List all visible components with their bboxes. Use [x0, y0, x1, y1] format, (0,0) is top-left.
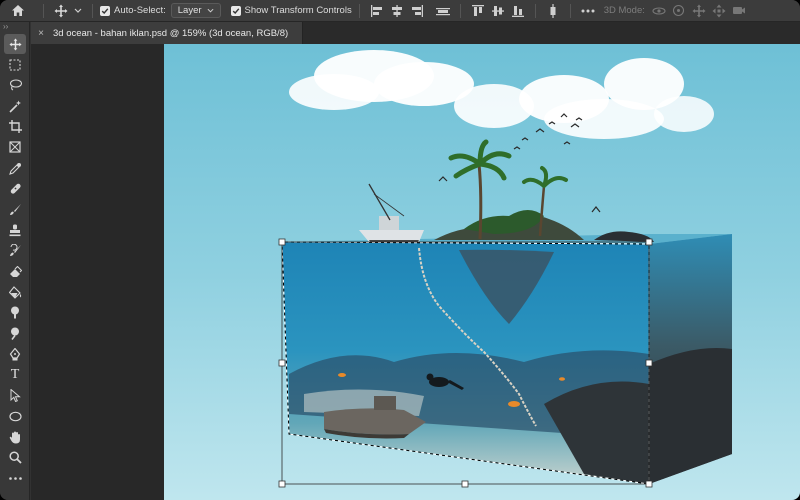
eraser-tool[interactable] — [4, 262, 26, 282]
hand-tool[interactable] — [4, 427, 26, 447]
separator — [92, 3, 93, 18]
frame-icon — [9, 141, 21, 154]
history-brush-tool[interactable] — [4, 241, 26, 261]
home-icon[interactable] — [10, 3, 26, 19]
transform-handle-bottom-right[interactable] — [645, 480, 653, 488]
distribute-vertical-icon[interactable] — [545, 3, 561, 19]
eyedropper-icon — [9, 162, 21, 175]
transform-handle-bottom-left[interactable] — [278, 480, 286, 488]
show-transform-label: Show Transform Controls — [244, 5, 352, 16]
lasso-tool[interactable] — [4, 75, 26, 95]
crop-tool[interactable] — [4, 117, 26, 137]
document-tab[interactable]: × 3d ocean - bahan iklan.psd @ 159% (3d … — [31, 22, 303, 44]
hand-icon — [9, 431, 20, 444]
separator — [534, 3, 536, 18]
transform-handle-top-left[interactable] — [278, 238, 286, 246]
bandage-icon — [10, 184, 21, 194]
eraser-icon — [9, 265, 22, 277]
separator — [569, 3, 571, 18]
marquee-icon — [9, 59, 21, 71]
3d-orbit-icon — [651, 3, 667, 19]
align-top-icon[interactable] — [470, 3, 486, 19]
options-bar: Auto-Select: Layer Show Transform Contro… — [0, 0, 800, 22]
close-icon[interactable]: × — [37, 28, 45, 39]
marquee-tool[interactable] — [4, 55, 26, 75]
chevron-down-icon — [207, 8, 214, 13]
ellipsis-icon — [8, 477, 22, 480]
ellipse-tool[interactable] — [4, 406, 26, 426]
zoom-icon — [8, 451, 22, 464]
magic-wand-icon — [8, 100, 21, 113]
collapse-panel-button[interactable]: ›› — [0, 22, 29, 34]
separator — [358, 3, 360, 18]
3d-pan-icon — [691, 3, 707, 19]
brush-tool[interactable] — [4, 200, 26, 220]
pen-tool[interactable] — [4, 344, 26, 364]
align-bottom-icon[interactable] — [510, 3, 526, 19]
zoom-tool[interactable] — [4, 448, 26, 468]
lasso-icon — [9, 79, 22, 91]
stamp-icon — [9, 224, 21, 236]
tools-panel: ›› T — [0, 22, 30, 500]
chevron-down-icon — [73, 3, 83, 19]
show-transform-checkbox[interactable]: Show Transform Controls — [230, 0, 352, 22]
move-icon — [53, 3, 69, 19]
more-tools[interactable] — [4, 468, 26, 488]
dodge-icon — [11, 327, 19, 341]
composite-image — [164, 44, 800, 500]
move-tool[interactable] — [4, 34, 26, 54]
eyedropper-tool[interactable] — [4, 158, 26, 178]
tool-preset-picker[interactable] — [51, 0, 85, 22]
magic-wand-tool[interactable] — [4, 96, 26, 116]
smudge-tool[interactable] — [4, 303, 26, 323]
paint-bucket-tool[interactable] — [4, 282, 26, 302]
photoshop-window: Auto-Select: Layer Show Transform Contro… — [0, 0, 800, 500]
type-tool[interactable]: T — [4, 365, 26, 385]
frame-tool[interactable] — [4, 137, 26, 157]
transform-handle-top-right[interactable] — [645, 238, 653, 246]
transform-handle-middle-right[interactable] — [645, 359, 653, 367]
history-brush-icon — [9, 244, 21, 257]
pen-icon — [9, 347, 21, 361]
document-tab-bar: × 3d ocean - bahan iklan.psd @ 159% (3d … — [31, 22, 800, 44]
transform-handle-middle-left[interactable] — [278, 359, 286, 367]
auto-select-target-value: Layer — [177, 5, 202, 16]
3d-camera-icon — [731, 3, 747, 19]
path-selection-tool[interactable] — [4, 386, 26, 406]
document-canvas[interactable] — [164, 44, 800, 500]
ellipse-icon — [8, 411, 22, 422]
align-center-horizontal-icon[interactable] — [389, 3, 405, 19]
type-icon: T — [10, 367, 20, 382]
move-icon — [8, 37, 22, 51]
3d-mode-label: 3D Mode: — [603, 5, 645, 16]
3d-slide-icon — [711, 3, 727, 19]
dodge-tool[interactable] — [4, 324, 26, 344]
separator — [459, 3, 461, 18]
clone-stamp-tool[interactable] — [4, 220, 26, 240]
auto-select-label: Auto-Select: — [114, 5, 166, 16]
align-middle-vertical-icon[interactable] — [490, 3, 506, 19]
paint-bucket-icon — [8, 285, 21, 299]
more-options-icon[interactable] — [580, 3, 596, 19]
checkmark-icon — [230, 5, 241, 16]
distribute-icon[interactable] — [435, 3, 451, 19]
align-left-icon[interactable] — [369, 3, 385, 19]
canvas-area[interactable] — [31, 44, 800, 500]
document-tab-title: 3d ocean - bahan iklan.psd @ 159% (3d oc… — [53, 27, 289, 39]
auto-select-checkbox[interactable]: Auto-Select: — [100, 0, 166, 22]
transform-handle-bottom-center[interactable] — [461, 480, 469, 488]
arrow-icon — [10, 389, 21, 403]
auto-select-target-dropdown[interactable]: Layer — [170, 3, 221, 18]
align-right-icon[interactable] — [409, 3, 425, 19]
separator — [43, 3, 44, 18]
3d-roll-icon — [671, 3, 687, 19]
crop-icon — [8, 120, 22, 134]
checkmark-icon — [100, 5, 110, 16]
healing-brush-tool[interactable] — [4, 179, 26, 199]
smudge-icon — [11, 306, 19, 319]
brush-icon — [9, 204, 21, 215]
